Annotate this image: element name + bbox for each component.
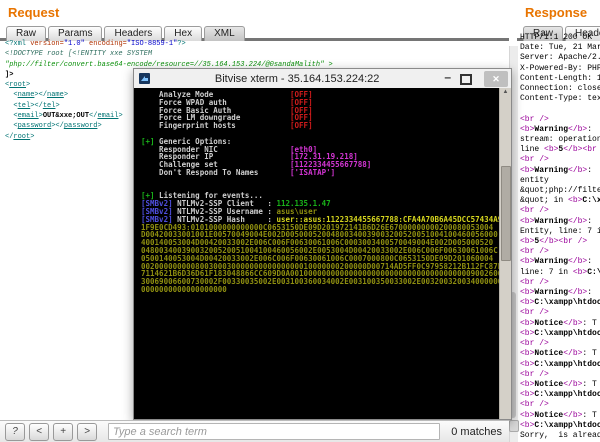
terminal-console[interactable]: Analyze Mode [OFF] Force WPAD auth [OFF]… <box>134 88 511 419</box>
response-code-line: <br /> <box>520 277 549 287</box>
response-code-line: entity <box>520 175 549 185</box>
request-panel-title: Request <box>8 5 60 20</box>
response-code-line: HTTP/1.1 200 OK <box>520 33 593 42</box>
response-code-line: <br /> <box>520 247 549 257</box>
response-code-line: <b>5</b><br /> <box>520 237 588 247</box>
terminal-scrollbar[interactable]: ▲ <box>499 88 511 419</box>
response-code-line: &quot;php://filte <box>520 186 600 196</box>
response-code-line: stream: operation <box>520 135 600 145</box>
search-next-button[interactable]: > <box>77 422 97 441</box>
response-code-line: <b>Warning</b>: <box>520 216 597 226</box>
search-prev-button[interactable]: < <box>29 422 49 441</box>
request-code-line: <!DOCTYPE root [<!ENTITY xxe SYSTEM <box>5 50 153 59</box>
response-code-line: <b>Notice</b>: T <box>520 349 597 359</box>
response-scrollbar-button[interactable] <box>509 420 519 432</box>
terminal-scrollbar-thumb[interactable] <box>501 166 511 261</box>
search-add-button[interactable]: + <box>53 422 73 441</box>
request-code-line: <?xml version="1.0" encoding="ISO-8859-1… <box>5 40 186 48</box>
response-code-line: Server: Apache/2. <box>520 53 600 63</box>
search-bar: ? < + > 0 matches <box>0 420 509 442</box>
response-code-line: <br /> <box>520 155 549 165</box>
response-code-line: <b>C:\xampp\htdoc <box>520 420 600 430</box>
response-code-line: <b>Warning</b>: <box>520 257 597 267</box>
match-count: 0 matches <box>451 425 502 438</box>
response-code-line: <b>Warning</b>: <box>520 288 597 298</box>
response-code-line: line <b>5</b><br <box>520 145 597 155</box>
response-code-line: <br /> <box>520 114 549 124</box>
terminal-line: 0000000000000000000 <box>141 284 227 294</box>
terminal-line: Fingerprint hosts [OFF] <box>141 121 313 131</box>
response-code-line: <b>Warning</b>: <box>520 124 597 134</box>
response-code-line: Sorry, is alread <box>520 430 600 440</box>
response-panel-title: Response <box>525 5 588 20</box>
response-code-line: Entity, line: 7 i <box>520 226 600 236</box>
response-code-line: <b>Notice</b>: T <box>520 379 597 389</box>
response-code-line: <b>C:\xampp\htdoc <box>520 328 600 338</box>
close-icon[interactable]: ✕ <box>484 70 508 87</box>
maximize-icon[interactable] <box>460 73 472 85</box>
response-code-line: <b>C:\xampp\htdoc <box>520 390 600 400</box>
minimize-icon[interactable]: – <box>444 70 451 84</box>
response-code-line: <b>C:\xampp\htdoc <box>520 359 600 369</box>
response-code-line: X-Powered-By: PHP <box>520 63 600 73</box>
response-code-line: Connection: close <box>520 84 600 94</box>
response-code-line: <br /> <box>520 400 549 410</box>
response-code-line: line: 7 in <b>C:\ <box>520 267 600 277</box>
response-code-line: <br /> <box>520 206 549 216</box>
response-code-line: <br /> <box>520 339 549 349</box>
scroll-up-icon[interactable]: ▲ <box>500 88 511 96</box>
response-panel: Response RawHeadersHex HTTP/1.1 200 OKDa… <box>517 0 600 442</box>
search-input[interactable] <box>108 423 441 440</box>
response-code-line: <br /> <box>520 308 549 318</box>
response-code-line: Content-Length: 1 <box>520 73 600 83</box>
terminal-titlebar[interactable]: Bitvise xterm - 35.164.153.224:22 – ✕ <box>134 69 511 88</box>
response-code-line: <b>C:\xampp\htdoc <box>520 298 600 308</box>
response-code-line: <b>Notice</b>: T <box>520 410 597 420</box>
terminal-line: Don't Respond To Names ['ISATAP'] <box>141 167 336 177</box>
response-code-line: Content-Type: tex <box>520 94 600 104</box>
response-code-line: <br /> <box>520 369 549 379</box>
response-code-line: <b>Warning</b>: <box>520 165 597 175</box>
search-help-button[interactable]: ? <box>5 422 25 441</box>
response-code-line: &quot; in <b>C:\x <box>520 196 600 206</box>
bitvise-xterm-window: Bitvise xterm - 35.164.153.224:22 – ✕ An… <box>133 68 512 420</box>
terminal-title: Bitvise xterm - 35.164.153.224:22 <box>214 72 380 85</box>
response-code-line: <b>Notice</b>: T <box>520 318 597 328</box>
response-code-line: Date: Tue, 21 Mar <box>520 43 600 53</box>
response-code-line <box>520 104 600 114</box>
response-viewer[interactable]: HTTP/1.1 200 OK Date: Tue, 21 Mar Server: … <box>517 31 600 442</box>
bitvise-icon <box>139 73 150 84</box>
